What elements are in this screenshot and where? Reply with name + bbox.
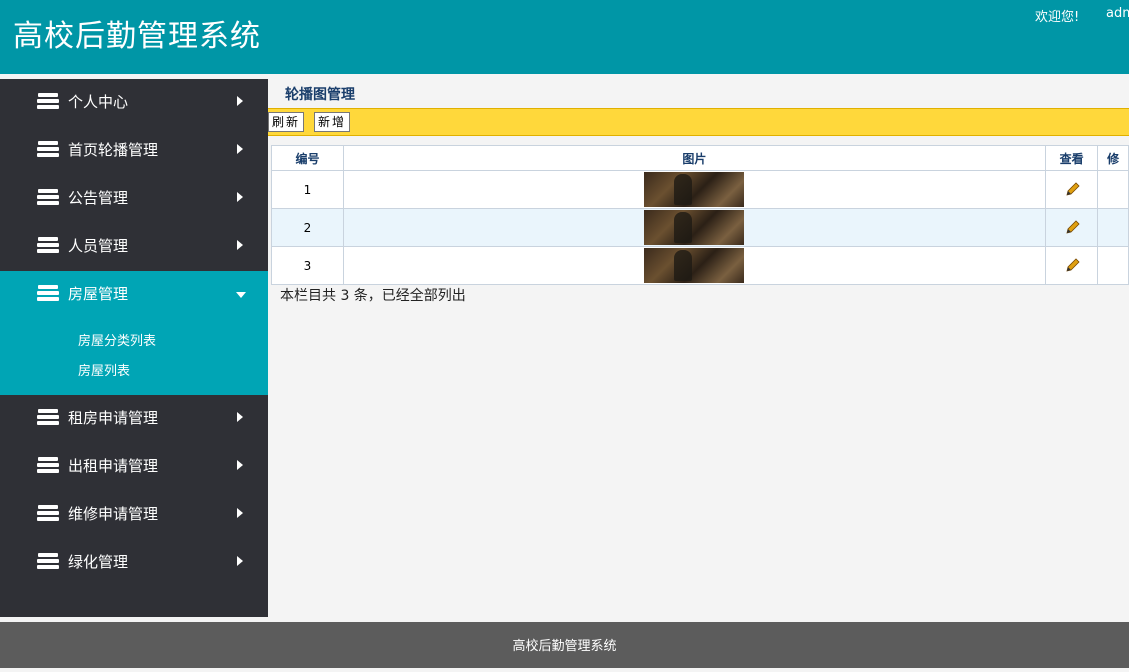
- sidebar-item-label: 绿化管理: [68, 553, 129, 571]
- stack-icon: [37, 457, 59, 473]
- table-row: 1: [271, 170, 1129, 209]
- sidebar-subitem-house-list[interactable]: 房屋列表: [0, 357, 268, 387]
- stack-icon: [37, 553, 59, 569]
- stack-icon: [37, 93, 59, 109]
- sidebar-item-housing[interactable]: 房屋管理: [0, 271, 268, 319]
- stack-icon: [37, 505, 59, 521]
- page-title: 轮播图管理: [285, 87, 355, 103]
- carousel-table: 编号 图片 查看 修 1 2 3: [271, 145, 1129, 285]
- row-view-cell: [1044, 170, 1099, 209]
- sidebar-item-label: 出租申请管理: [68, 457, 159, 475]
- chevron-right-icon: [237, 96, 243, 106]
- row-edit-cell[interactable]: [1097, 170, 1129, 209]
- column-header-id: 编号: [271, 145, 344, 171]
- sidebar-subitem-house-categories[interactable]: 房屋分类列表: [0, 327, 268, 357]
- chevron-right-icon: [237, 412, 243, 422]
- sidebar-item-staff[interactable]: 人员管理: [0, 223, 268, 271]
- row-image-cell: [343, 246, 1046, 285]
- chevron-right-icon: [237, 144, 243, 154]
- chevron-down-icon: [236, 292, 246, 298]
- sidebar-item-rent-applications[interactable]: 租房申请管理: [0, 395, 268, 443]
- refresh-button[interactable]: 刷新: [268, 112, 305, 132]
- list-summary: 本栏目共 3 条，已经全部列出: [280, 288, 466, 304]
- sidebar-item-label: 人员管理: [68, 237, 129, 255]
- sidebar-item-label: 个人中心: [68, 93, 129, 111]
- chevron-right-icon: [237, 508, 243, 518]
- table-row: 3: [271, 246, 1129, 285]
- chevron-right-icon: [237, 556, 243, 566]
- sidebar-item-carousel[interactable]: 首页轮播管理: [0, 127, 268, 175]
- sidebar-item-label: 公告管理: [68, 189, 129, 207]
- row-edit-cell[interactable]: [1097, 208, 1129, 247]
- housing-submenu: 房屋分类列表 房屋列表: [0, 319, 268, 395]
- chevron-right-icon: [237, 460, 243, 470]
- column-header-edit: 修: [1097, 145, 1129, 171]
- row-view-cell: [1044, 246, 1099, 285]
- stack-icon: [37, 189, 59, 205]
- footer-text: 高校后勤管理系统: [512, 639, 617, 654]
- chevron-right-icon: [237, 192, 243, 202]
- sidebar-item-greening[interactable]: 绿化管理: [0, 539, 268, 587]
- sidebar-item-label: 房屋管理: [68, 285, 129, 303]
- sidebar-item-announcements[interactable]: 公告管理: [0, 175, 268, 223]
- toolbar: 刷新 新增: [268, 108, 1129, 136]
- column-header-view: 查看: [1044, 145, 1099, 171]
- sidebar-item-lease-applications[interactable]: 出租申请管理: [0, 443, 268, 491]
- sidebar-item-repair-applications[interactable]: 维修申请管理: [0, 491, 268, 539]
- table-row: 2: [271, 208, 1129, 247]
- pencil-icon[interactable]: [1064, 181, 1080, 198]
- table-header-row: 编号 图片 查看 修: [271, 145, 1129, 171]
- app-header: 高校后勤管理系统 欢迎您! adm: [0, 0, 1129, 74]
- app-title: 高校后勤管理系统: [13, 19, 261, 54]
- carousel-thumbnail[interactable]: [644, 210, 745, 245]
- row-id: 1: [271, 170, 344, 209]
- row-image-cell: [343, 208, 1046, 247]
- add-button[interactable]: 新增: [314, 112, 351, 132]
- row-edit-cell[interactable]: [1097, 246, 1129, 285]
- sidebar-item-label: 租房申请管理: [68, 409, 159, 427]
- stack-icon: [37, 141, 59, 157]
- main-content: 轮播图管理 刷新 新增 编号 图片 查看 修 1 2 3 本栏目共 3 条，已经…: [268, 79, 1129, 617]
- stack-icon: [37, 237, 59, 253]
- welcome-text: 欢迎您!: [1035, 10, 1080, 25]
- row-id: 2: [271, 208, 344, 247]
- carousel-thumbnail[interactable]: [644, 172, 745, 207]
- row-view-cell: [1044, 208, 1099, 247]
- stack-icon: [37, 285, 59, 301]
- sidebar: 个人中心 首页轮播管理 公告管理 人员管理 房屋管理 房屋分类列表 房屋列表 租…: [0, 79, 268, 617]
- pencil-icon[interactable]: [1064, 257, 1080, 274]
- sidebar-item-label: 维修申请管理: [68, 505, 159, 523]
- column-header-image: 图片: [343, 145, 1046, 171]
- chevron-right-icon: [237, 240, 243, 250]
- sidebar-item-personal-center[interactable]: 个人中心: [0, 79, 268, 127]
- stack-icon: [37, 409, 59, 425]
- user-name[interactable]: adm: [1106, 6, 1129, 21]
- carousel-thumbnail[interactable]: [644, 248, 745, 283]
- pencil-icon[interactable]: [1064, 219, 1080, 236]
- row-image-cell: [343, 170, 1046, 209]
- sidebar-item-label: 首页轮播管理: [68, 141, 159, 159]
- app-footer: 高校后勤管理系统: [0, 622, 1129, 668]
- row-id: 3: [271, 246, 344, 285]
